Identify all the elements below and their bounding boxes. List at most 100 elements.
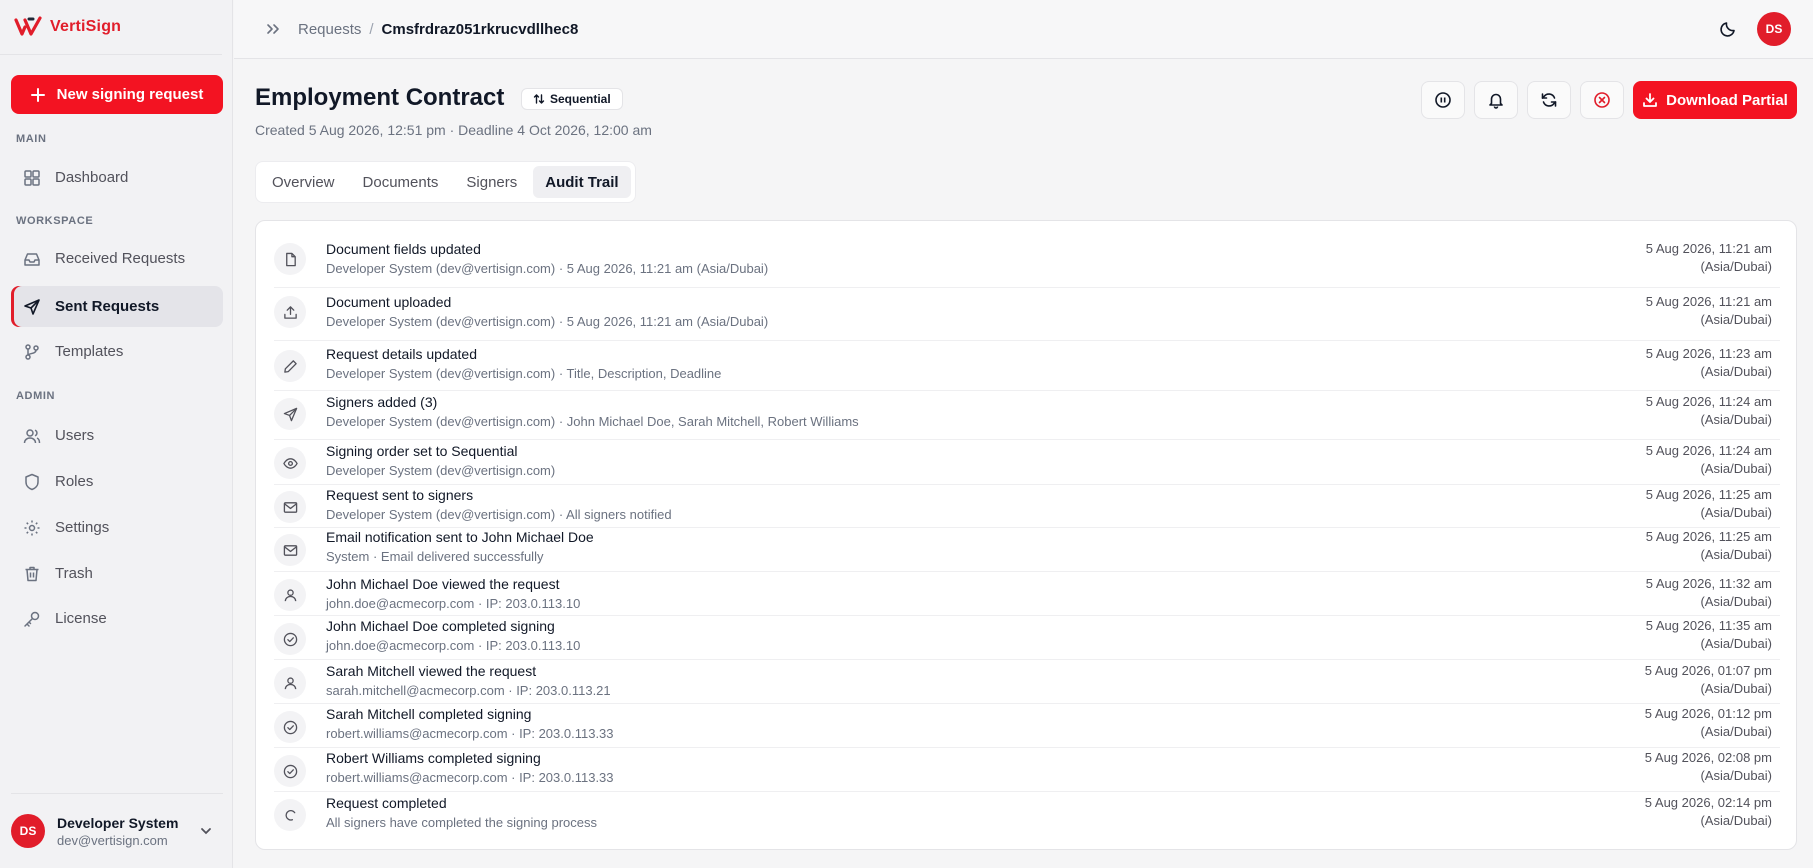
audit-title: Request sent to signers (326, 487, 474, 503)
section-label-admin: ADMIN (16, 390, 56, 402)
new-signing-request-button[interactable]: New signing request (11, 75, 223, 114)
sidebar-item-dashboard[interactable]: Dashboard (11, 157, 223, 198)
audit-timezone: (Asia/Dubai) (1700, 594, 1772, 609)
inbox-icon (23, 250, 41, 268)
audit-timezone: (Asia/Dubai) (1700, 724, 1772, 739)
bell-icon (1487, 91, 1505, 109)
mail-icon (274, 534, 306, 566)
key-icon (23, 610, 41, 628)
moon-icon[interactable] (1719, 20, 1737, 38)
chevron-down-icon[interactable] (199, 824, 213, 838)
audit-timestamp: 5 Aug 2026, 11:25 am (Asia/Dubai) (1646, 486, 1772, 522)
audit-timestamp: 5 Aug 2026, 11:35 am (Asia/Dubai) (1646, 617, 1772, 653)
sidebar-item-roles[interactable]: Roles (11, 461, 223, 502)
audit-row: Sarah Mitchell viewed the request sarah.… (274, 660, 1780, 704)
tab-overview[interactable]: Overview (260, 166, 347, 198)
check-circle-icon (274, 711, 306, 743)
brand[interactable]: VertiSign (0, 0, 222, 55)
sidebar-item-users[interactable]: Users (11, 415, 223, 456)
audit-subtitle: Developer System (dev@vertisign.com) · J… (326, 414, 859, 429)
audit-row: John Michael Doe completed signing john.… (274, 616, 1780, 660)
user-icon (274, 667, 306, 699)
tab-signers[interactable]: Signers (454, 166, 529, 198)
audit-time: 5 Aug 2026, 11:24 am (1645, 394, 1772, 409)
audit-subtitle: john.doe@acmecorp.com · IP: 203.0.113.10 (326, 638, 581, 653)
sidebar-item-sent-requests[interactable]: Sent Requests (11, 286, 223, 327)
audit-title: Sarah Mitchell viewed the request (326, 663, 537, 679)
user-menu[interactable]: DS Developer System dev@vertisign.com (11, 793, 223, 868)
expand-sidebar-icon[interactable] (264, 20, 282, 38)
audit-row: Signers added (3) Developer System (dev@… (274, 391, 1780, 440)
download-icon (1642, 92, 1658, 108)
audit-timezone: (Asia/Dubai) (1700, 636, 1772, 651)
download-partial-label: Download Partial (1666, 91, 1788, 109)
audit-title: Document uploaded (326, 294, 452, 310)
sidebar-item-settings[interactable]: Settings (11, 507, 223, 548)
audit-time: 5 Aug 2026, 02:14 pm (1644, 795, 1772, 810)
audit-row: John Michael Doe viewed the request john… (274, 572, 1780, 616)
sidebar-item-received-requests[interactable]: Received Requests (11, 238, 223, 279)
tab-audit-trail[interactable]: Audit Trail (533, 166, 631, 198)
plus-icon (30, 87, 45, 102)
audit-title: Request details updated (326, 346, 477, 362)
audit-row: Robert Williams completed signing robert… (274, 748, 1780, 792)
remind-button[interactable] (1474, 81, 1518, 119)
audit-time: 5 Aug 2026, 11:21 am (1645, 294, 1772, 309)
audit-timestamp: 5 Aug 2026, 02:14 pm (Asia/Dubai) (1645, 794, 1772, 830)
audit-timezone: (Asia/Dubai) (1700, 461, 1772, 476)
top-avatar[interactable]: DS (1757, 12, 1791, 46)
audit-subtitle: Developer System (dev@vertisign.com) · A… (326, 507, 672, 522)
badge-label: Sequential (550, 92, 611, 106)
sidebar-item-license[interactable]: License (11, 598, 223, 639)
sidebar-item-label: Received Requests (55, 250, 186, 267)
user-email: dev@vertisign.com (57, 832, 168, 848)
branch-icon (23, 343, 41, 361)
audit-time: 5 Aug 2026, 02:08 pm (1644, 750, 1772, 765)
tab-documents[interactable]: Documents (351, 166, 451, 198)
request-meta: Created 5 Aug 2026, 12:51 pm · Deadline … (255, 122, 652, 138)
sidebar-item-trash[interactable]: Trash (11, 553, 223, 594)
sidebar-item-label: Roles (55, 473, 94, 490)
send-icon (23, 298, 41, 316)
audit-title: Request completed (326, 795, 447, 811)
sidebar-item-label: Settings (55, 519, 110, 536)
cancel-request-button[interactable] (1580, 81, 1624, 119)
download-partial-button[interactable]: Download Partial (1633, 81, 1797, 119)
audit-time: 5 Aug 2026, 01:07 pm (1644, 663, 1772, 678)
vertisign-logo-icon (14, 15, 42, 39)
sidebar-item-label: Users (55, 427, 95, 444)
sidebar-item-label: Dashboard (55, 169, 129, 186)
audit-title: Signers added (3) (326, 394, 438, 410)
audit-subtitle: robert.williams@acmecorp.com · IP: 203.0… (326, 770, 614, 785)
refresh-button[interactable] (1527, 81, 1571, 119)
audit-title: Signing order set to Sequential (326, 443, 518, 459)
breadcrumb-separator: / (369, 20, 374, 38)
audit-timezone: (Asia/Dubai) (1700, 547, 1772, 562)
audit-timezone: (Asia/Dubai) (1700, 412, 1772, 427)
audit-subtitle: john.doe@acmecorp.com · IP: 203.0.113.10 (326, 596, 581, 611)
mail-icon (274, 491, 306, 523)
audit-time: 5 Aug 2026, 11:21 am (1645, 241, 1772, 256)
sidebar-item-templates[interactable]: Templates (11, 331, 223, 372)
audit-title: Email notification sent to John Michael … (326, 529, 594, 545)
audit-subtitle: Developer System (dev@vertisign.com) (326, 463, 556, 478)
dashboard-icon (23, 169, 41, 187)
pencil-icon (274, 350, 306, 382)
audit-title: Robert Williams completed signing (326, 750, 541, 766)
audit-timestamp: 5 Aug 2026, 11:24 am (Asia/Dubai) (1646, 442, 1772, 478)
sidebar: VertiSign New signing request MAIN Dashb… (0, 0, 233, 868)
audit-time: 5 Aug 2026, 11:24 am (1645, 443, 1772, 458)
request-actions: Download Partial (1421, 81, 1797, 119)
sidebar-item-label: Sent Requests (55, 298, 160, 315)
new-signing-request-label: New signing request (56, 86, 204, 103)
audit-timezone: (Asia/Dubai) (1700, 681, 1772, 696)
sort-icon (533, 93, 545, 105)
audit-timestamp: 5 Aug 2026, 11:32 am (Asia/Dubai) (1646, 575, 1772, 611)
audit-subtitle: All signers have completed the signing p… (326, 815, 597, 830)
audit-subtitle: Developer System (dev@vertisign.com) · T… (326, 366, 722, 381)
file-icon (274, 243, 306, 275)
breadcrumb-current: Cmsfrdraz051rkrucvdllhec8 (381, 20, 579, 38)
pause-button[interactable] (1421, 81, 1465, 119)
breadcrumb-requests[interactable]: Requests (298, 21, 361, 38)
audit-time: 5 Aug 2026, 11:23 am (1645, 346, 1772, 361)
